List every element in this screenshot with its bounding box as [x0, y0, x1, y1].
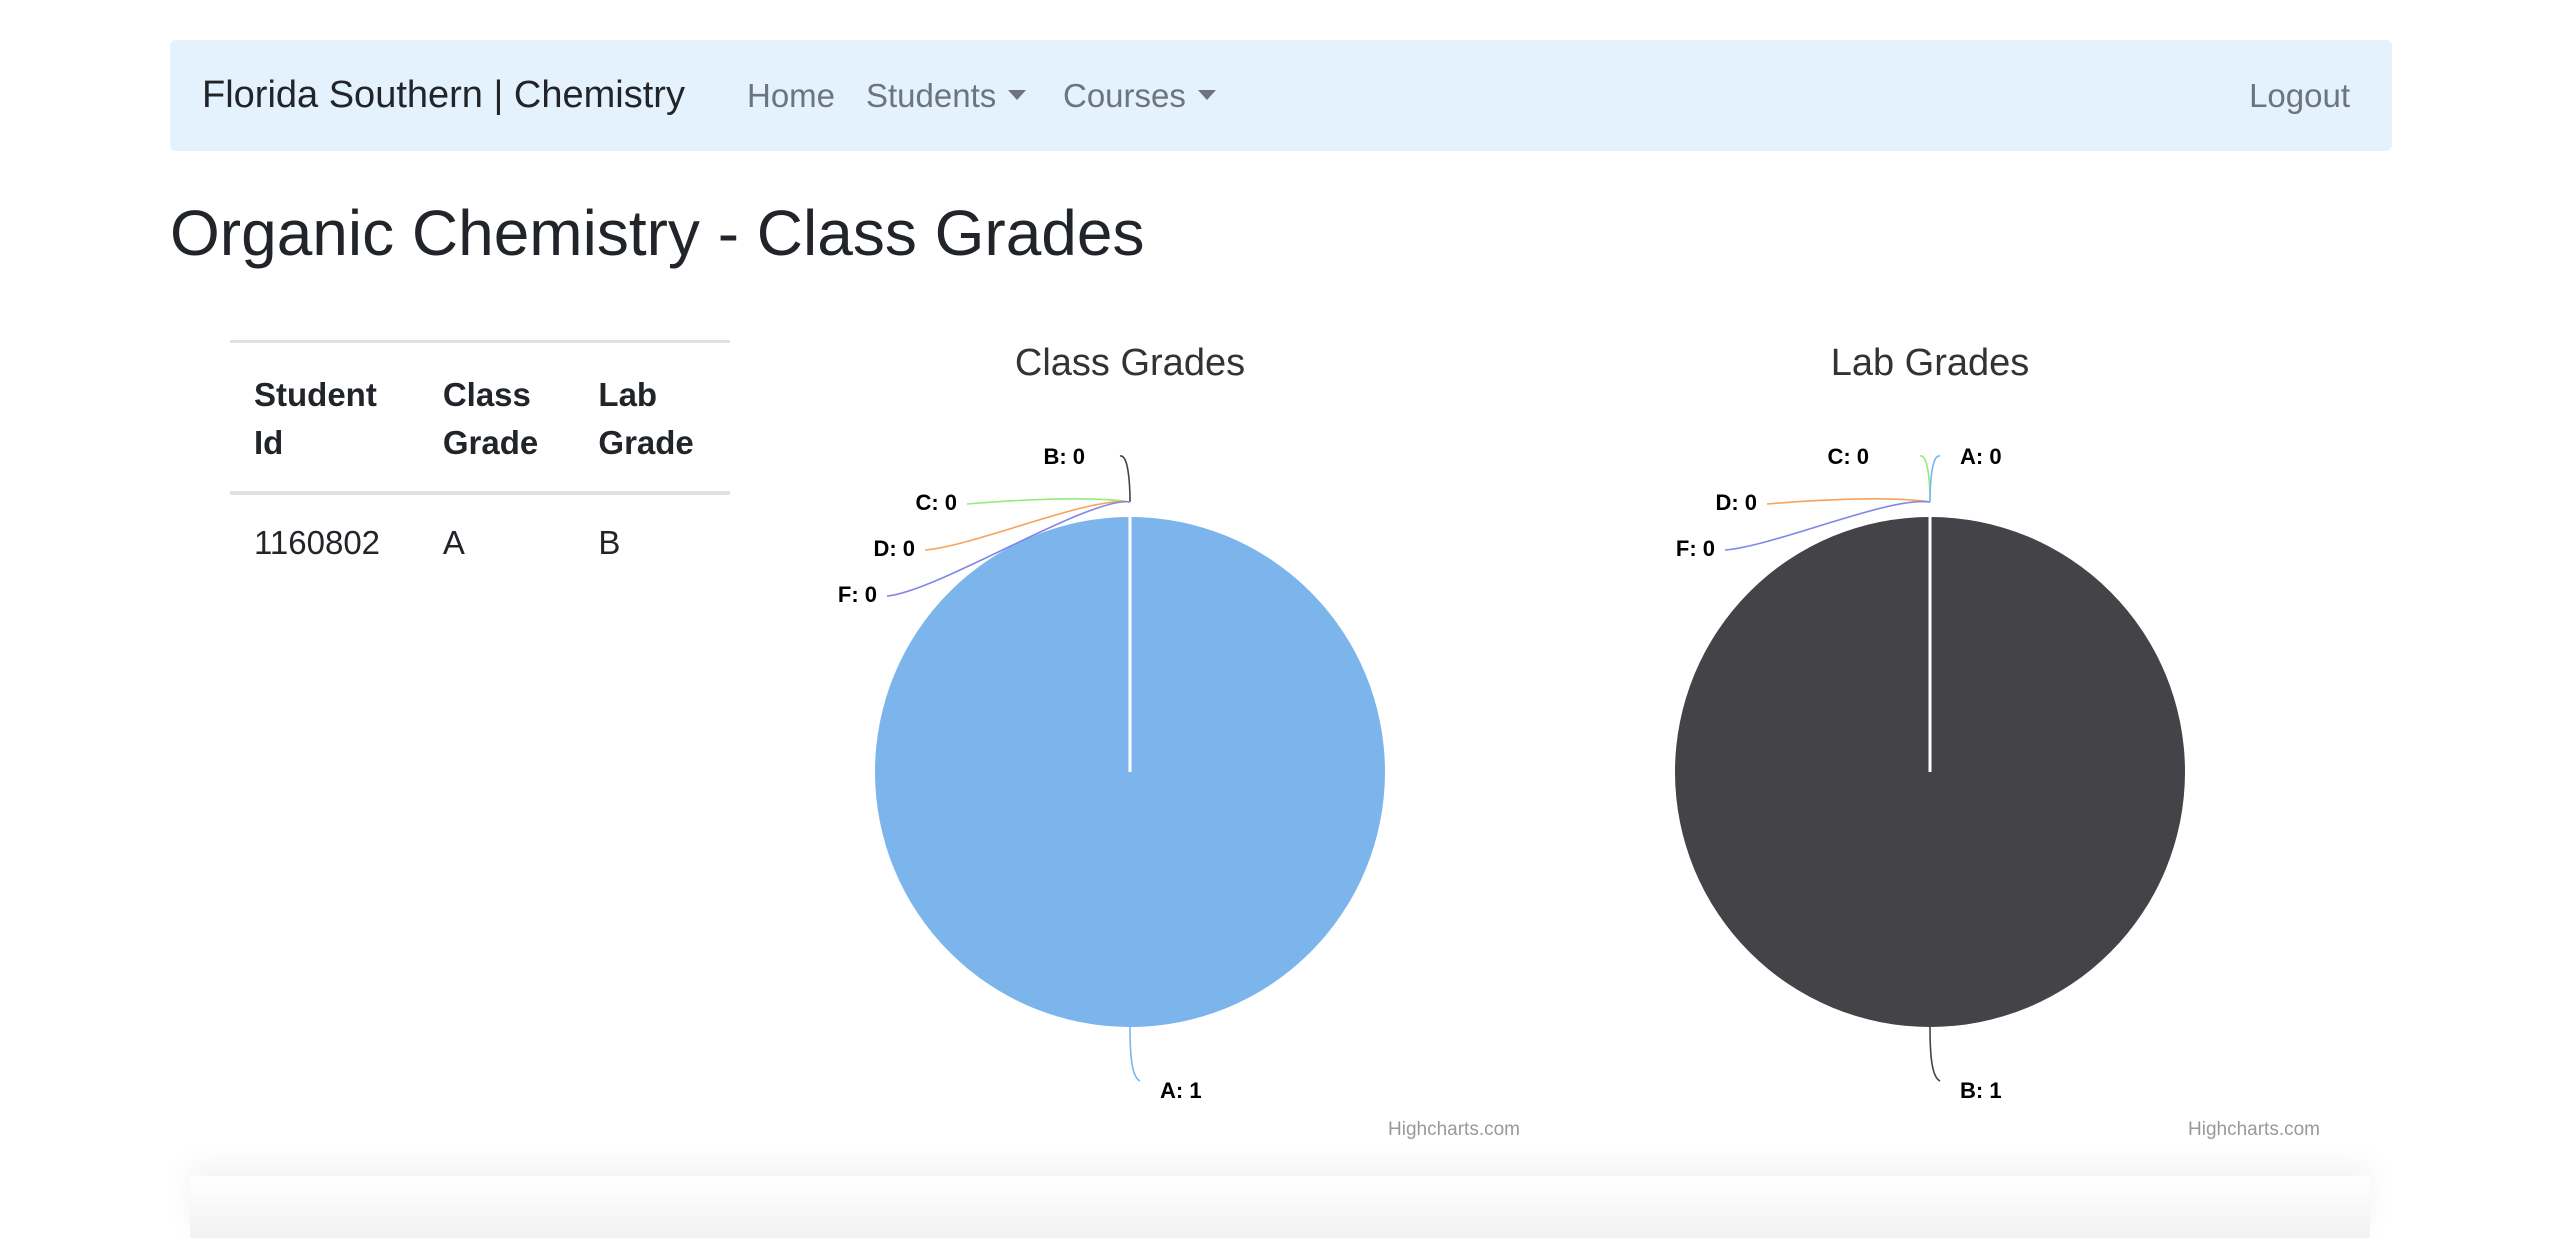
class-grades-chart: Class Grades B: 0 C: 0 D: 0 F: 0 A: 1 Highchar…: [735, 336, 1535, 1146]
lab-grades-chart: Lab Grades C: 0 A: 0 D: 0 F: 0 B: 1 Highcharts…: [1535, 336, 2335, 1146]
table-header-row: Student Id Class Grade Lab Grade: [230, 340, 730, 495]
data-label: F: 0: [1676, 536, 1715, 561]
label-connector: [1129, 1026, 1141, 1082]
nav-item-courses-label: Courses: [1063, 77, 1186, 114]
footer-shadow: [190, 1176, 2370, 1238]
label-connector: [1929, 1026, 1941, 1082]
nav-item-courses[interactable]: Courses: [1063, 40, 1216, 151]
chevron-down-icon: [1008, 90, 1027, 101]
nav-item-students-label: Students: [866, 77, 997, 114]
grades-table: Student Id Class Grade Lab Grade 1160802 A …: [230, 340, 730, 591]
nav-item-home[interactable]: Home: [747, 40, 835, 151]
column-header-class-grade: Class Grade: [418, 340, 575, 495]
navbar: Florida Southern | Chemistry Home Studen…: [170, 40, 2392, 151]
column-header-student-id: Student Id: [230, 340, 419, 495]
page-title: Organic Chemistry - Class Grades: [170, 197, 1145, 269]
data-label: A: 1: [1160, 1078, 1202, 1103]
pie-chart-svg: Lab Grades C: 0 A: 0 D: 0F: 0 B: 1 Highcharts…: [1675, 342, 2320, 1140]
nav-item-home-label: Home: [747, 77, 836, 114]
header-line: Class: [442, 376, 531, 413]
header-line: Student: [254, 376, 377, 413]
data-label: C: 0: [915, 490, 957, 515]
data-label: B: 1: [1960, 1078, 2002, 1103]
data-label: B: 0: [1043, 444, 1085, 469]
lab-grade-cell: B: [598, 524, 621, 561]
logout-link[interactable]: Logout: [2249, 40, 2350, 151]
header-line: Lab: [598, 376, 658, 413]
label-connector: [1929, 455, 1941, 503]
navbar-brand[interactable]: Florida Southern | Chemistry: [202, 40, 685, 151]
data-label: D: 0: [1715, 490, 1757, 515]
header-line: Grade: [442, 424, 539, 461]
data-label: C: 0: [1827, 444, 1869, 469]
label-connector: [1919, 455, 1931, 503]
student-id-cell: 1160802: [254, 524, 381, 561]
chart-title: Class Grades: [1015, 342, 1245, 384]
chart-title: Lab Grades: [1831, 342, 2030, 384]
class-grade-cell: A: [442, 524, 465, 561]
chart-credits[interactable]: Highcharts.com: [2188, 1119, 2320, 1140]
pie-chart-svg: Class Grades B: 0 C: 0D: 0 F: 0 A: 1 Highchar…: [838, 342, 1520, 1140]
column-header-lab-grade: Lab Grade: [574, 340, 730, 495]
data-label: F: 0: [838, 582, 877, 607]
data-label: A: 0: [1960, 444, 2002, 469]
label-connector: [1119, 455, 1131, 503]
chart-credits[interactable]: Highcharts.com: [1388, 1119, 1520, 1140]
nav-item-students[interactable]: Students: [866, 40, 1027, 151]
header-line: Id: [254, 424, 284, 461]
chevron-down-icon: [1197, 90, 1216, 101]
data-label: D: 0: [873, 536, 915, 561]
header-line: Grade: [598, 424, 694, 461]
table-row: 1160802 A B: [230, 493, 730, 591]
